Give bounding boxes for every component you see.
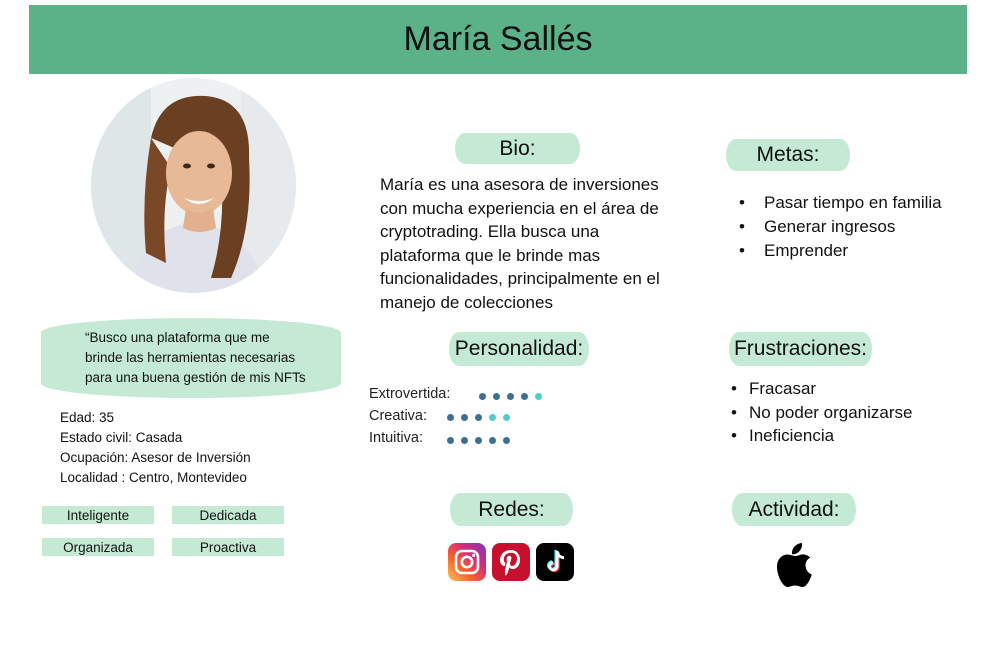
frustration-item: Ineficiencia bbox=[727, 424, 967, 448]
bio-text: María es una asesora de inversiones con … bbox=[380, 173, 700, 314]
personality-dot bbox=[521, 393, 528, 400]
bio-heading: Bio: bbox=[455, 133, 580, 164]
persona-name: María Sallés bbox=[403, 20, 593, 58]
quote-line: para una buena gestión de mis NFTs bbox=[85, 370, 306, 385]
header-bar: María Sallés bbox=[29, 5, 967, 74]
goal-item: Pasar tiempo en familia bbox=[734, 191, 954, 215]
quote-line: brinde las herramientas necesarias bbox=[85, 350, 296, 365]
info-civil-status: Estado civil: Casada bbox=[60, 430, 183, 445]
frustrations-heading: Frustraciones: bbox=[729, 332, 872, 366]
personality-dot bbox=[461, 414, 468, 421]
personality-dot bbox=[461, 437, 468, 444]
frustration-item: No poder organizarse bbox=[727, 401, 967, 425]
goal-item: Emprender bbox=[734, 239, 954, 263]
networks-icons bbox=[448, 543, 578, 583]
tiktok-icon[interactable] bbox=[536, 543, 574, 581]
frustration-item: Fracasar bbox=[727, 377, 967, 401]
networks-heading: Redes: bbox=[450, 493, 573, 526]
personal-info: Edad: 35 Estado civil: Casada Ocupación:… bbox=[60, 408, 251, 488]
personality-label: Creativa: bbox=[369, 408, 428, 424]
personality-dot bbox=[447, 437, 454, 444]
personality-dot bbox=[475, 437, 482, 444]
trait-tag: Inteligente bbox=[42, 506, 154, 524]
instagram-icon[interactable] bbox=[448, 543, 486, 581]
info-location: Localidad : Centro, Montevideo bbox=[60, 470, 247, 485]
avatar bbox=[91, 78, 296, 293]
personality-label: Extrovertida: bbox=[369, 386, 451, 402]
apple-icon bbox=[775, 542, 815, 588]
info-occupation: Ocupación: Asesor de Inversión bbox=[60, 450, 251, 465]
personality-dot bbox=[475, 414, 482, 421]
personality-dot bbox=[479, 393, 486, 400]
personality-dot bbox=[507, 393, 514, 400]
personality-dot bbox=[489, 414, 496, 421]
personality-dot bbox=[489, 437, 496, 444]
personality-dot bbox=[503, 437, 510, 444]
frustrations-list: Fracasar No poder organizarse Ineficienc… bbox=[727, 377, 967, 448]
goals-list: Pasar tiempo en familia Generar ingresos… bbox=[734, 191, 954, 263]
bio-line: plataforma que le brinde mas bbox=[380, 245, 601, 265]
trait-tag: Dedicada bbox=[172, 506, 284, 524]
personality-dot bbox=[493, 393, 500, 400]
bio-line: María es una asesora de inversiones bbox=[380, 175, 659, 194]
quote-text: “Busco una plataforma que me brinde las … bbox=[85, 328, 306, 388]
personality-scales: Extrovertida: Creativa: Intuitiva: bbox=[369, 386, 569, 456]
activity-heading: Actividad: bbox=[732, 493, 856, 526]
trait-tag: Organizada bbox=[42, 538, 154, 556]
personality-heading: Personalidad: bbox=[449, 332, 589, 366]
bio-line: con mucha experiencia en el área de bbox=[380, 198, 659, 218]
bio-line: funcionalidades, principalmente en el bbox=[380, 269, 660, 288]
bio-line: manejo de colecciones bbox=[380, 292, 553, 312]
personality-dot bbox=[535, 393, 542, 400]
personality-dot bbox=[447, 414, 454, 421]
personality-label: Intuitiva: bbox=[369, 430, 423, 446]
trait-tag: Proactiva bbox=[172, 538, 284, 556]
goals-heading: Metas: bbox=[726, 139, 850, 171]
bio-line: cryptotrading. Ella busca una bbox=[380, 222, 600, 241]
info-age: Edad: 35 bbox=[60, 410, 115, 425]
goal-item: Generar ingresos bbox=[734, 215, 954, 239]
quote-line: “Busco una plataforma que me bbox=[85, 330, 270, 345]
quote-bubble: “Busco una plataforma que me brinde las … bbox=[41, 318, 341, 398]
personality-dot bbox=[503, 414, 510, 421]
pinterest-icon[interactable] bbox=[492, 543, 530, 581]
